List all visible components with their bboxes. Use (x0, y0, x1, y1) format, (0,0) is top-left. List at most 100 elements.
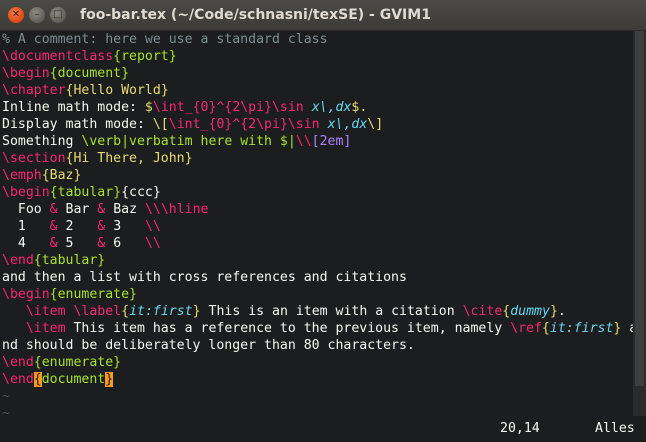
label-key: it:first (549, 321, 614, 336)
command-token: \cite (462, 304, 503, 319)
minimize-icon: – (34, 9, 40, 20)
code-line: \item \label{it:first} This is an item w… (2, 303, 635, 320)
empty-line-marker: ~ (2, 389, 10, 404)
maximize-icon: □ (53, 9, 63, 20)
plain-text: 2 (57, 219, 98, 234)
minimize-button[interactable]: – (29, 7, 45, 23)
argument-token: {tabular} (49, 185, 122, 200)
code-line: \emph{Baz} (2, 167, 635, 184)
code-line: \end{document} (2, 371, 635, 388)
label-key: it:first (129, 304, 193, 319)
plain-text: Display math mode: (2, 117, 153, 132)
brace-token: { (541, 321, 550, 336)
math-token: _{0} (200, 117, 233, 132)
argument-token: {Hi There, John} (65, 151, 193, 166)
argument-token: {report} (113, 49, 177, 64)
command-token: \\ (295, 134, 312, 149)
argument-token: {ccc} (121, 185, 161, 200)
status-line: 20,14 Alles (0, 416, 646, 442)
command-token: \item (25, 321, 66, 336)
code-line: \section{Hi There, John} (2, 150, 635, 167)
plain-text: nd should be deliberately longer than 80… (2, 338, 415, 353)
code-line: \begin{enumerate} (2, 286, 635, 303)
argument-token: {Baz} (41, 168, 82, 183)
vertical-scrollbar[interactable] (633, 31, 646, 416)
window-title: foo-bar.tex (~/Code/schnasni/texSE) - GV… (80, 7, 431, 23)
command-token: \section (2, 151, 66, 166)
code-line: \begin{document} (2, 65, 635, 82)
code-line: \documentclass{report} (2, 48, 635, 65)
code-line: Inline math mode: $\int_{0}^{2\pi}\sin x… (2, 99, 635, 116)
command-token: \end (2, 372, 34, 387)
plain-text: Bar (57, 202, 98, 217)
ampersand-token: & (49, 236, 58, 251)
comment-text: % A comment: here we use a standard clas… (2, 32, 328, 47)
citation-key: dummy (510, 304, 550, 319)
ampersand-token: & (49, 219, 58, 234)
close-button[interactable]: ✕ (8, 7, 24, 23)
plain-text: Foo (2, 202, 50, 217)
title-bar[interactable]: ✕ – □ foo-bar.tex (~/Code/schnasni/texSE… (0, 0, 646, 31)
gvim-window: ✕ – □ foo-bar.tex (~/Code/schnasni/texSE… (0, 0, 646, 442)
plain-text: 1 (2, 219, 50, 234)
command-token: \documentclass (2, 49, 114, 64)
argument-token: {document} (49, 66, 130, 81)
plain-text: 6 (105, 236, 145, 251)
scrollbar-thumb[interactable] (635, 31, 644, 386)
command-token: \begin (2, 66, 50, 81)
command-token: \item (25, 304, 66, 319)
option-token: [2em] (311, 134, 352, 149)
command-token: \int (152, 100, 185, 115)
maximize-button[interactable]: □ (50, 7, 66, 23)
argument-token: {enumerate} (33, 355, 122, 370)
math-delimiter: $. (351, 100, 368, 115)
argument-token: {enumerate} (49, 287, 137, 302)
plain-text: and then a list with cross references an… (2, 270, 407, 285)
math-token: x\,dx (303, 100, 352, 115)
code-line: nd should be deliberately longer than 80… (2, 337, 635, 354)
verbatim-token: \verb|verbatim here with $| (81, 134, 296, 149)
math-token: _{0} (184, 100, 217, 115)
argument-token: {tabular} (33, 253, 106, 268)
command-token: \\ (144, 236, 161, 251)
matching-brace: } (105, 372, 114, 387)
plain-text: . (557, 304, 566, 319)
cursor-position: 20,14 (500, 421, 540, 436)
brace-token: } (192, 304, 201, 319)
plain-text: Something (2, 134, 82, 149)
editor-text-area[interactable]: % A comment: here we use a standard clas… (0, 31, 635, 421)
command-token: \chapter (2, 83, 66, 98)
code-line: \chapter{Hello World} (2, 82, 635, 99)
text-cursor: { (33, 372, 42, 387)
code-line: \end{enumerate} (2, 354, 635, 371)
code-line: \item This item has a reference to the p… (2, 320, 635, 337)
math-token: ^{2\pi} (216, 100, 272, 115)
command-token: \emph (2, 168, 42, 183)
command-token: \begin (2, 185, 50, 200)
code-line: \begin{tabular}{ccc} (2, 184, 635, 201)
command-token: \\ (144, 202, 161, 217)
brace-token: } (549, 304, 558, 319)
plain-text: 5 (57, 236, 98, 251)
command-token: \label (73, 304, 122, 319)
code-line: Foo & Bar & Baz \\\hline (2, 201, 635, 218)
command-token: \\ (144, 219, 161, 234)
math-delimiter: $ (144, 100, 153, 115)
code-line: 4 & 5 & 6 \\ (2, 235, 635, 252)
window-controls: ✕ – □ (8, 7, 66, 23)
brace-token: { (121, 304, 130, 319)
close-icon: ✕ (11, 9, 21, 20)
code-line: Something \verb|verbatim here with $|\\[… (2, 133, 635, 150)
math-token: x\,dx (319, 117, 368, 132)
math-token: ^{2\pi} (232, 117, 288, 132)
plain-text: Inline math mode: (2, 100, 145, 115)
command-token: \int (168, 117, 201, 132)
code-line: % A comment: here we use a standard clas… (2, 31, 635, 48)
code-line: and then a list with cross references an… (2, 269, 635, 286)
plain-text: 3 (105, 219, 145, 234)
command-token: \hline (160, 202, 209, 217)
code-line: 1 & 2 & 3 \\ (2, 218, 635, 235)
argument-token: document (41, 372, 106, 387)
